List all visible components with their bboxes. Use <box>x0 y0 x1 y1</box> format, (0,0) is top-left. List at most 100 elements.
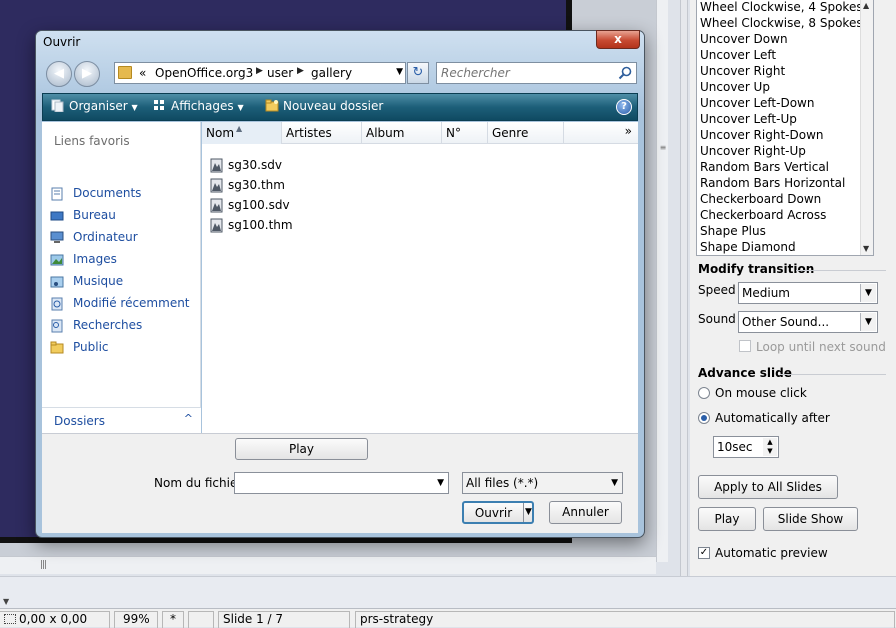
favorite-musique[interactable]: Musique <box>48 272 198 292</box>
favorite-images[interactable]: Images <box>48 250 198 270</box>
organize-menu[interactable]: Organiser ▼ <box>51 99 138 113</box>
position-text: 0,00 x 0,00 <box>19 612 88 626</box>
views-menu[interactable]: Affichages ▼ <box>153 99 244 113</box>
play-preview-button[interactable]: Play <box>235 438 368 460</box>
column-name[interactable]: Nom ▲ <box>202 122 282 144</box>
column-artists[interactable]: Artistes <box>282 122 362 144</box>
effect-list-item[interactable]: Checkerboard Across <box>697 207 873 223</box>
filename-input[interactable] <box>237 474 427 492</box>
forward-button[interactable]: ▶ <box>74 61 100 87</box>
file-list-item[interactable]: sg30.thm <box>210 176 410 196</box>
effect-list-item[interactable]: Wheel Clockwise, 4 Spokes <box>697 0 873 15</box>
chevron-down-icon[interactable]: ▼ <box>611 478 618 488</box>
column-number[interactable]: N° <box>442 122 488 144</box>
effect-list-item[interactable]: Uncover Right <box>697 63 873 79</box>
chevron-down-icon[interactable]: ▼ <box>860 284 876 302</box>
sound-select[interactable]: Other Sound... ▼ <box>738 311 878 333</box>
effect-list-item[interactable]: Random Bars Vertical <box>697 159 873 175</box>
speed-select[interactable]: Medium ▼ <box>738 282 878 304</box>
new-folder-button[interactable]: Nouveau dossier <box>265 99 383 113</box>
workspace-horizontal-scrollbar[interactable]: ||| <box>0 556 656 574</box>
more-columns-icon[interactable]: » <box>625 124 632 138</box>
loop-checkbox[interactable] <box>739 340 751 352</box>
scroll-down-icon[interactable]: ▼ <box>863 244 869 253</box>
address-bar[interactable]: « OpenOffice.org3 ▶ user ▶ gallery ▼ <box>114 62 406 84</box>
folders-toggle[interactable]: Dossiers ^ <box>42 407 201 433</box>
gallery-file-icon <box>210 178 223 193</box>
favorite-documents[interactable]: Documents <box>48 184 198 204</box>
automatic-preview-label: Automatic preview <box>715 546 828 560</box>
automatic-preview-checkbox[interactable]: ✓ <box>698 547 710 559</box>
effect-list-item[interactable]: Uncover Left-Up <box>697 111 873 127</box>
column-album[interactable]: Album <box>362 122 442 144</box>
back-button[interactable]: ◀ <box>46 61 72 87</box>
search-icon[interactable] <box>618 66 632 80</box>
slide-show-button[interactable]: Slide Show <box>763 507 858 531</box>
collapse-arrow-icon[interactable]: ▼ <box>3 597 9 606</box>
open-button[interactable]: Ouvrir ▼ <box>462 501 534 524</box>
file-list-item[interactable]: sg30.sdv <box>210 156 410 176</box>
effect-list-item[interactable]: Random Bars Horizontal <box>697 175 873 191</box>
automatically-after-radio[interactable] <box>698 412 710 424</box>
file-list-pane[interactable]: Nom ▲ Artistes Album N° Genre » sg30.sdv s… <box>202 122 638 433</box>
scroll-grip-icon[interactable]: ||| <box>40 560 47 570</box>
file-list-item[interactable]: sg100.sdv <box>210 196 410 216</box>
effect-list-item[interactable]: Uncover Down <box>697 31 873 47</box>
signature-cell[interactable] <box>188 611 214 628</box>
refresh-button[interactable]: ↻ <box>407 62 429 84</box>
favorite-modifi-r-cemment[interactable]: Modifié récemment <box>48 294 198 314</box>
dialog-footer: Play Nom du fichier : ▼ All files (*.*) … <box>42 433 638 533</box>
breadcrumb-user[interactable]: user <box>267 66 293 80</box>
close-icon[interactable]: x <box>614 32 622 46</box>
effect-list-item[interactable]: Uncover Right-Up <box>697 143 873 159</box>
chevron-down-icon[interactable]: ▼ <box>860 313 876 331</box>
effect-list-item[interactable]: Uncover Left-Down <box>697 95 873 111</box>
effect-list-item[interactable]: Shape Plus <box>697 223 873 239</box>
spin-up-icon[interactable]: ▲ <box>763 438 777 447</box>
effect-list-item[interactable]: Uncover Left <box>697 47 873 63</box>
close-button[interactable]: x <box>596 30 640 49</box>
workspace-vertical-scrollbar[interactable]: ≡ <box>656 0 668 562</box>
file-type-filter[interactable]: All files (*.*) ▼ <box>462 472 623 494</box>
favorite-public[interactable]: Public <box>48 338 198 358</box>
navigation-pane: Liens favoris Documents Bureau Ordinateur I… <box>42 122 201 433</box>
cancel-button[interactable]: Annuler <box>549 501 622 524</box>
column-genre[interactable]: Genre <box>488 122 564 144</box>
breadcrumb-separator-icon[interactable]: ▶ <box>297 66 304 76</box>
zoom-cell[interactable]: 99% <box>114 611 158 628</box>
filename-combo[interactable]: ▼ <box>234 472 449 494</box>
favorite-recherches[interactable]: Recherches <box>48 316 198 336</box>
chevron-down-icon[interactable]: ▼ <box>525 503 532 522</box>
spin-down-icon[interactable]: ▼ <box>763 447 777 456</box>
search-input[interactable] <box>439 64 614 82</box>
scroll-up-icon[interactable]: ▲ <box>863 1 869 10</box>
effect-list-item[interactable]: Shape Diamond <box>697 239 873 255</box>
help-icon[interactable]: ? <box>616 99 632 115</box>
breadcrumb-openoffice[interactable]: OpenOffice.org3 <box>155 66 253 80</box>
apply-to-all-slides-button[interactable]: Apply to All Slides <box>698 475 838 499</box>
favorite-bureau[interactable]: Bureau <box>48 206 198 226</box>
chevron-down-icon[interactable]: ▼ <box>437 478 444 488</box>
loop-label: Loop until next sound <box>756 340 886 354</box>
scroll-grip-icon[interactable]: ≡ <box>658 144 668 158</box>
auto-time-spinbox[interactable]: 10sec ▲ ▼ <box>713 436 779 458</box>
effect-list-item[interactable]: Checkerboard Down <box>697 191 873 207</box>
effects-scrollbar[interactable]: ▲ ▼ <box>860 0 873 255</box>
breadcrumb-gallery[interactable]: gallery <box>311 66 352 80</box>
chevron-down-icon[interactable]: ▼ <box>396 67 403 77</box>
on-mouse-click-radio[interactable] <box>698 387 710 399</box>
file-name: sg100.thm <box>228 218 293 232</box>
transition-effects-list[interactable]: Wheel Clockwise, 4 Spokes Wheel Clockwise… <box>696 0 874 256</box>
play-button[interactable]: Play <box>698 507 756 531</box>
effect-list-item[interactable]: Uncover Up <box>697 79 873 95</box>
favorite-ordinateur[interactable]: Ordinateur <box>48 228 198 248</box>
effect-list-item[interactable]: Uncover Right-Down <box>697 127 873 143</box>
file-list-item[interactable]: sg100.thm <box>210 216 410 236</box>
breadcrumb-separator-icon[interactable]: ▶ <box>256 66 263 76</box>
pane-separator[interactable] <box>680 0 688 576</box>
chevron-up-icon[interactable]: ^ <box>184 412 193 425</box>
search-box[interactable] <box>436 62 637 84</box>
effect-list-item[interactable]: Wheel Clockwise, 8 Spokes <box>697 15 873 31</box>
breadcrumb-prefix[interactable]: « <box>139 66 146 80</box>
new-folder-icon <box>265 99 279 112</box>
